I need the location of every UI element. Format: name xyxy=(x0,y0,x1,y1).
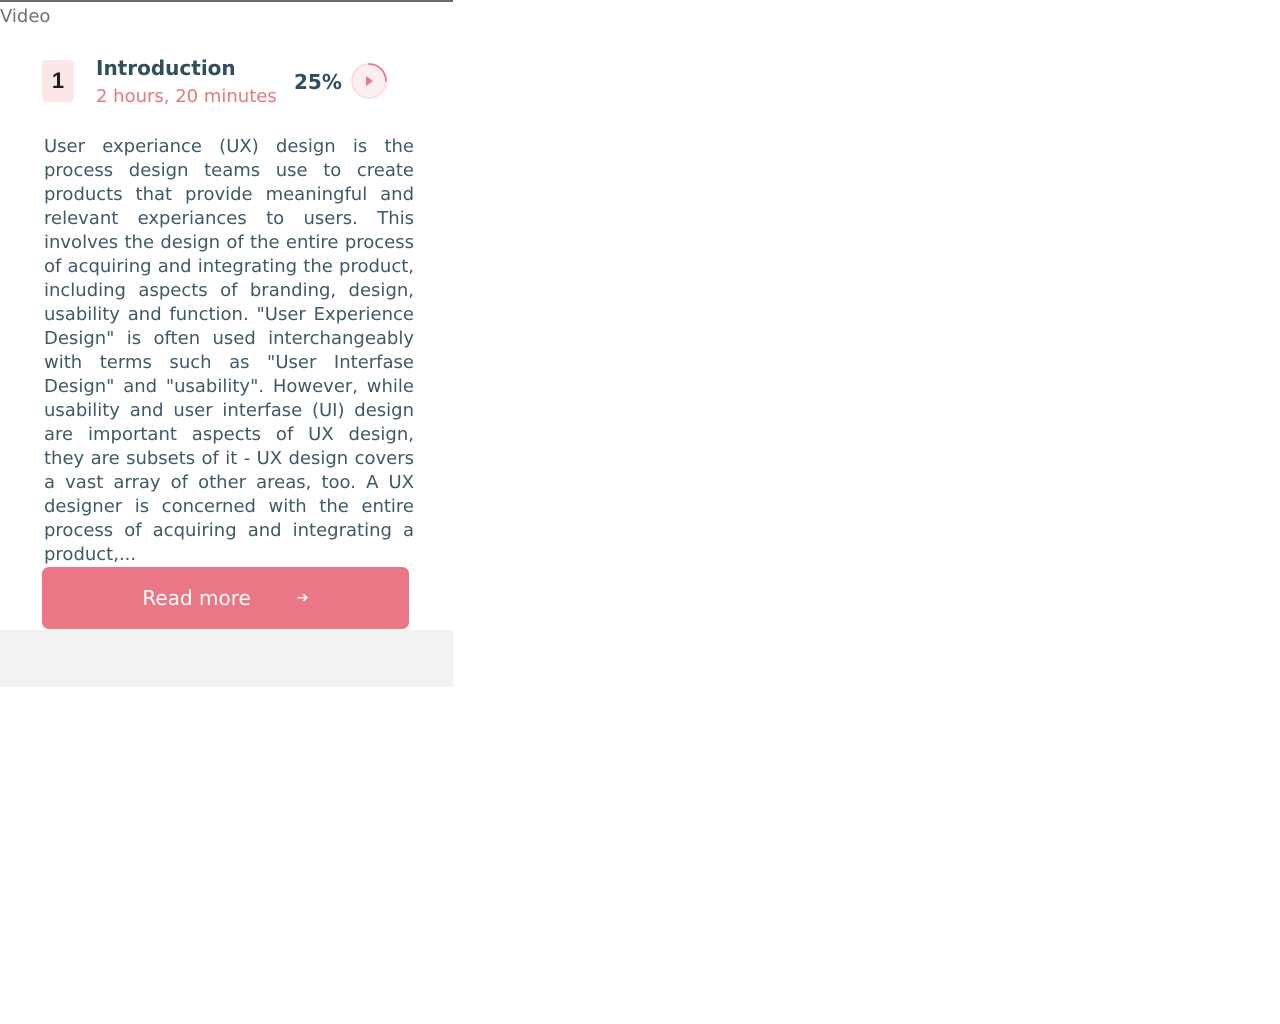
play-progress-button[interactable] xyxy=(348,60,390,102)
read-more-label: Read more xyxy=(142,586,251,610)
lesson-duration: 2 hours, 20 minutes xyxy=(96,86,277,107)
lesson-panel: Video 1 Introduction 2 hours, 20 minutes… xyxy=(0,0,453,687)
lesson-number-badge: 1 xyxy=(42,60,74,102)
panel-top-border xyxy=(0,0,453,2)
section-title: Video xyxy=(0,6,51,27)
progress-percent: 25% xyxy=(294,70,342,94)
arrow-right-icon: ➔ xyxy=(296,590,309,606)
lesson-title[interactable]: Introduction xyxy=(96,56,236,80)
panel-footer xyxy=(0,630,453,687)
read-more-button[interactable]: Read more ➔ xyxy=(42,567,409,629)
lesson-description: User experiance (UX) design is the proce… xyxy=(44,136,414,565)
